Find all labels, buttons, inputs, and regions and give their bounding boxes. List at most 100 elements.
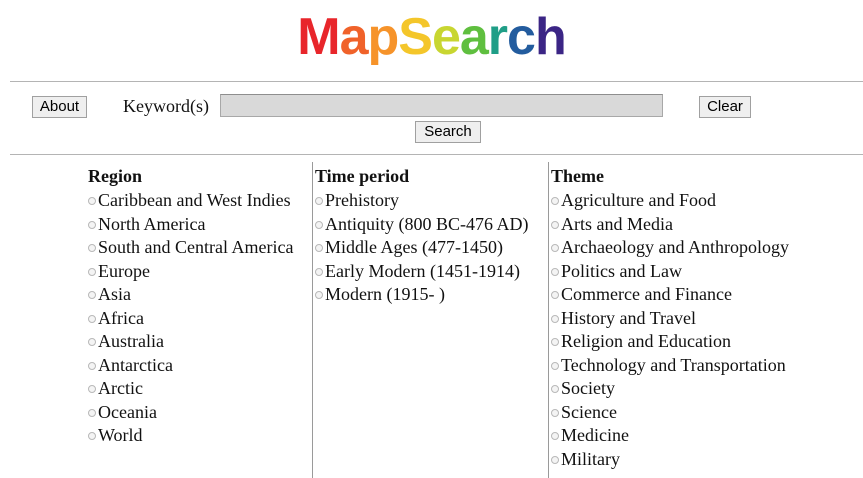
time-period-option[interactable]: Middle Ages (477-1450) — [315, 236, 529, 260]
region-option-label: Antarctica — [98, 354, 173, 375]
time-period-option-label: Modern (1915- ) — [325, 284, 445, 304]
time-period-option[interactable]: Prehistory — [315, 189, 529, 213]
radio-button[interactable] — [315, 197, 323, 205]
theme-option[interactable]: Society — [551, 377, 789, 401]
radio-button[interactable] — [88, 197, 96, 205]
time-period-option-label: Prehistory — [325, 190, 399, 210]
radio-button[interactable] — [88, 267, 96, 276]
region-option-label: North America — [98, 213, 206, 234]
theme-option[interactable]: Military — [551, 448, 789, 472]
theme-option[interactable]: Arts and Media — [551, 213, 789, 237]
region-option[interactable]: South and Central America — [88, 236, 293, 260]
region-option-label: South and Central America — [98, 237, 294, 257]
radio-button[interactable] — [88, 338, 96, 346]
radio-button[interactable] — [551, 338, 559, 346]
region-option[interactable]: World — [88, 424, 293, 448]
theme-option[interactable]: Commerce and Finance — [551, 283, 789, 307]
search-button[interactable]: Search — [415, 121, 481, 143]
region-option[interactable]: Arctic — [88, 377, 293, 401]
radio-button[interactable] — [315, 267, 323, 276]
logo-letter: h — [534, 8, 567, 66]
about-button[interactable]: About — [32, 96, 87, 118]
theme-option-label: Commerce and Finance — [561, 284, 732, 304]
theme-option-label: Medicine — [561, 425, 629, 445]
theme-column: Theme Agriculture and Food Arts and Media… — [551, 165, 789, 471]
theme-option[interactable]: Archaeology and Anthropology — [551, 236, 789, 260]
time-period-heading: Time period — [315, 166, 410, 186]
radio-button[interactable] — [88, 314, 96, 323]
radio-button[interactable] — [88, 361, 96, 370]
radio-button[interactable] — [551, 197, 559, 205]
region-option[interactable]: Europe — [88, 260, 293, 284]
region-option-label: Europe — [98, 260, 150, 281]
theme-option-label: Military — [561, 448, 620, 469]
radio-button[interactable] — [551, 408, 559, 417]
radio-button[interactable] — [551, 455, 559, 464]
logo-letter: e — [431, 8, 461, 66]
theme-option-label: History and Travel — [561, 307, 696, 328]
keyword-label: Keyword(s) — [123, 96, 209, 116]
radio-button[interactable] — [551, 314, 559, 323]
radio-button[interactable] — [88, 220, 96, 229]
region-option-label: Asia — [98, 284, 131, 304]
region-option[interactable]: Oceania — [88, 401, 293, 425]
radio-button[interactable] — [88, 432, 96, 440]
radio-button[interactable] — [88, 244, 96, 252]
time-period-option-label: Early Modern (1451-1914) — [325, 260, 520, 281]
theme-option-label: Science — [561, 401, 617, 422]
radio-button[interactable] — [88, 385, 96, 393]
logo-letter: r — [487, 8, 508, 66]
radio-button[interactable] — [551, 244, 559, 252]
top-divider — [10, 81, 863, 82]
radio-button[interactable] — [551, 291, 559, 299]
logo-letter: p — [367, 8, 400, 66]
region-option[interactable]: Australia — [88, 330, 293, 354]
theme-option-label: Religion and Education — [561, 331, 731, 351]
theme-option-label: Arts and Media — [561, 213, 673, 234]
region-option[interactable]: North America — [88, 213, 293, 237]
column-divider — [312, 162, 313, 478]
theme-option[interactable]: Agriculture and Food — [551, 189, 789, 213]
region-option[interactable]: Caribbean and West Indies — [88, 189, 293, 213]
time-period-column: Time period Prehistory Antiquity (800 BC-… — [315, 165, 529, 307]
theme-option[interactable]: Politics and Law — [551, 260, 789, 284]
logo-letter: c — [507, 8, 536, 66]
theme-option-label: Technology and Transportation — [561, 354, 786, 375]
radio-button[interactable] — [315, 244, 323, 252]
theme-option[interactable]: Science — [551, 401, 789, 425]
keyword-input[interactable] — [220, 94, 663, 117]
theme-option-label: Agriculture and Food — [561, 190, 716, 210]
theme-option-label: Politics and Law — [561, 260, 682, 281]
column-divider — [548, 162, 549, 478]
radio-button[interactable] — [88, 291, 96, 299]
theme-option[interactable]: Technology and Transportation — [551, 354, 789, 378]
region-option-label: Africa — [98, 307, 144, 328]
region-option[interactable]: Antarctica — [88, 354, 293, 378]
region-option[interactable]: Africa — [88, 307, 293, 331]
theme-option[interactable]: Medicine — [551, 424, 789, 448]
radio-button[interactable] — [551, 432, 559, 440]
time-period-option[interactable]: Modern (1915- ) — [315, 283, 529, 307]
radio-button[interactable] — [551, 361, 559, 370]
theme-option[interactable]: Religion and Education — [551, 330, 789, 354]
region-option-label: Caribbean and West Indies — [98, 190, 291, 210]
theme-heading: Theme — [551, 166, 604, 186]
radio-button[interactable] — [551, 385, 559, 393]
time-period-option-label: Antiquity (800 BC-476 AD) — [325, 213, 529, 234]
region-option[interactable]: Asia — [88, 283, 293, 307]
theme-option-label: Archaeology and Anthropology — [561, 237, 789, 257]
time-period-option[interactable]: Early Modern (1451-1914) — [315, 260, 529, 284]
radio-button[interactable] — [551, 220, 559, 229]
radio-button[interactable] — [315, 291, 323, 299]
radio-button[interactable] — [88, 408, 96, 417]
radio-button[interactable] — [551, 267, 559, 276]
time-period-option[interactable]: Antiquity (800 BC-476 AD) — [315, 213, 529, 237]
region-option-label: Arctic — [98, 378, 143, 398]
radio-button[interactable] — [315, 220, 323, 229]
clear-button[interactable]: Clear — [699, 96, 751, 118]
theme-option[interactable]: History and Travel — [551, 307, 789, 331]
region-heading: Region — [88, 166, 142, 186]
time-period-option-label: Middle Ages (477-1450) — [325, 237, 503, 257]
logo-letter: a — [339, 8, 369, 66]
bottom-divider — [10, 154, 863, 155]
